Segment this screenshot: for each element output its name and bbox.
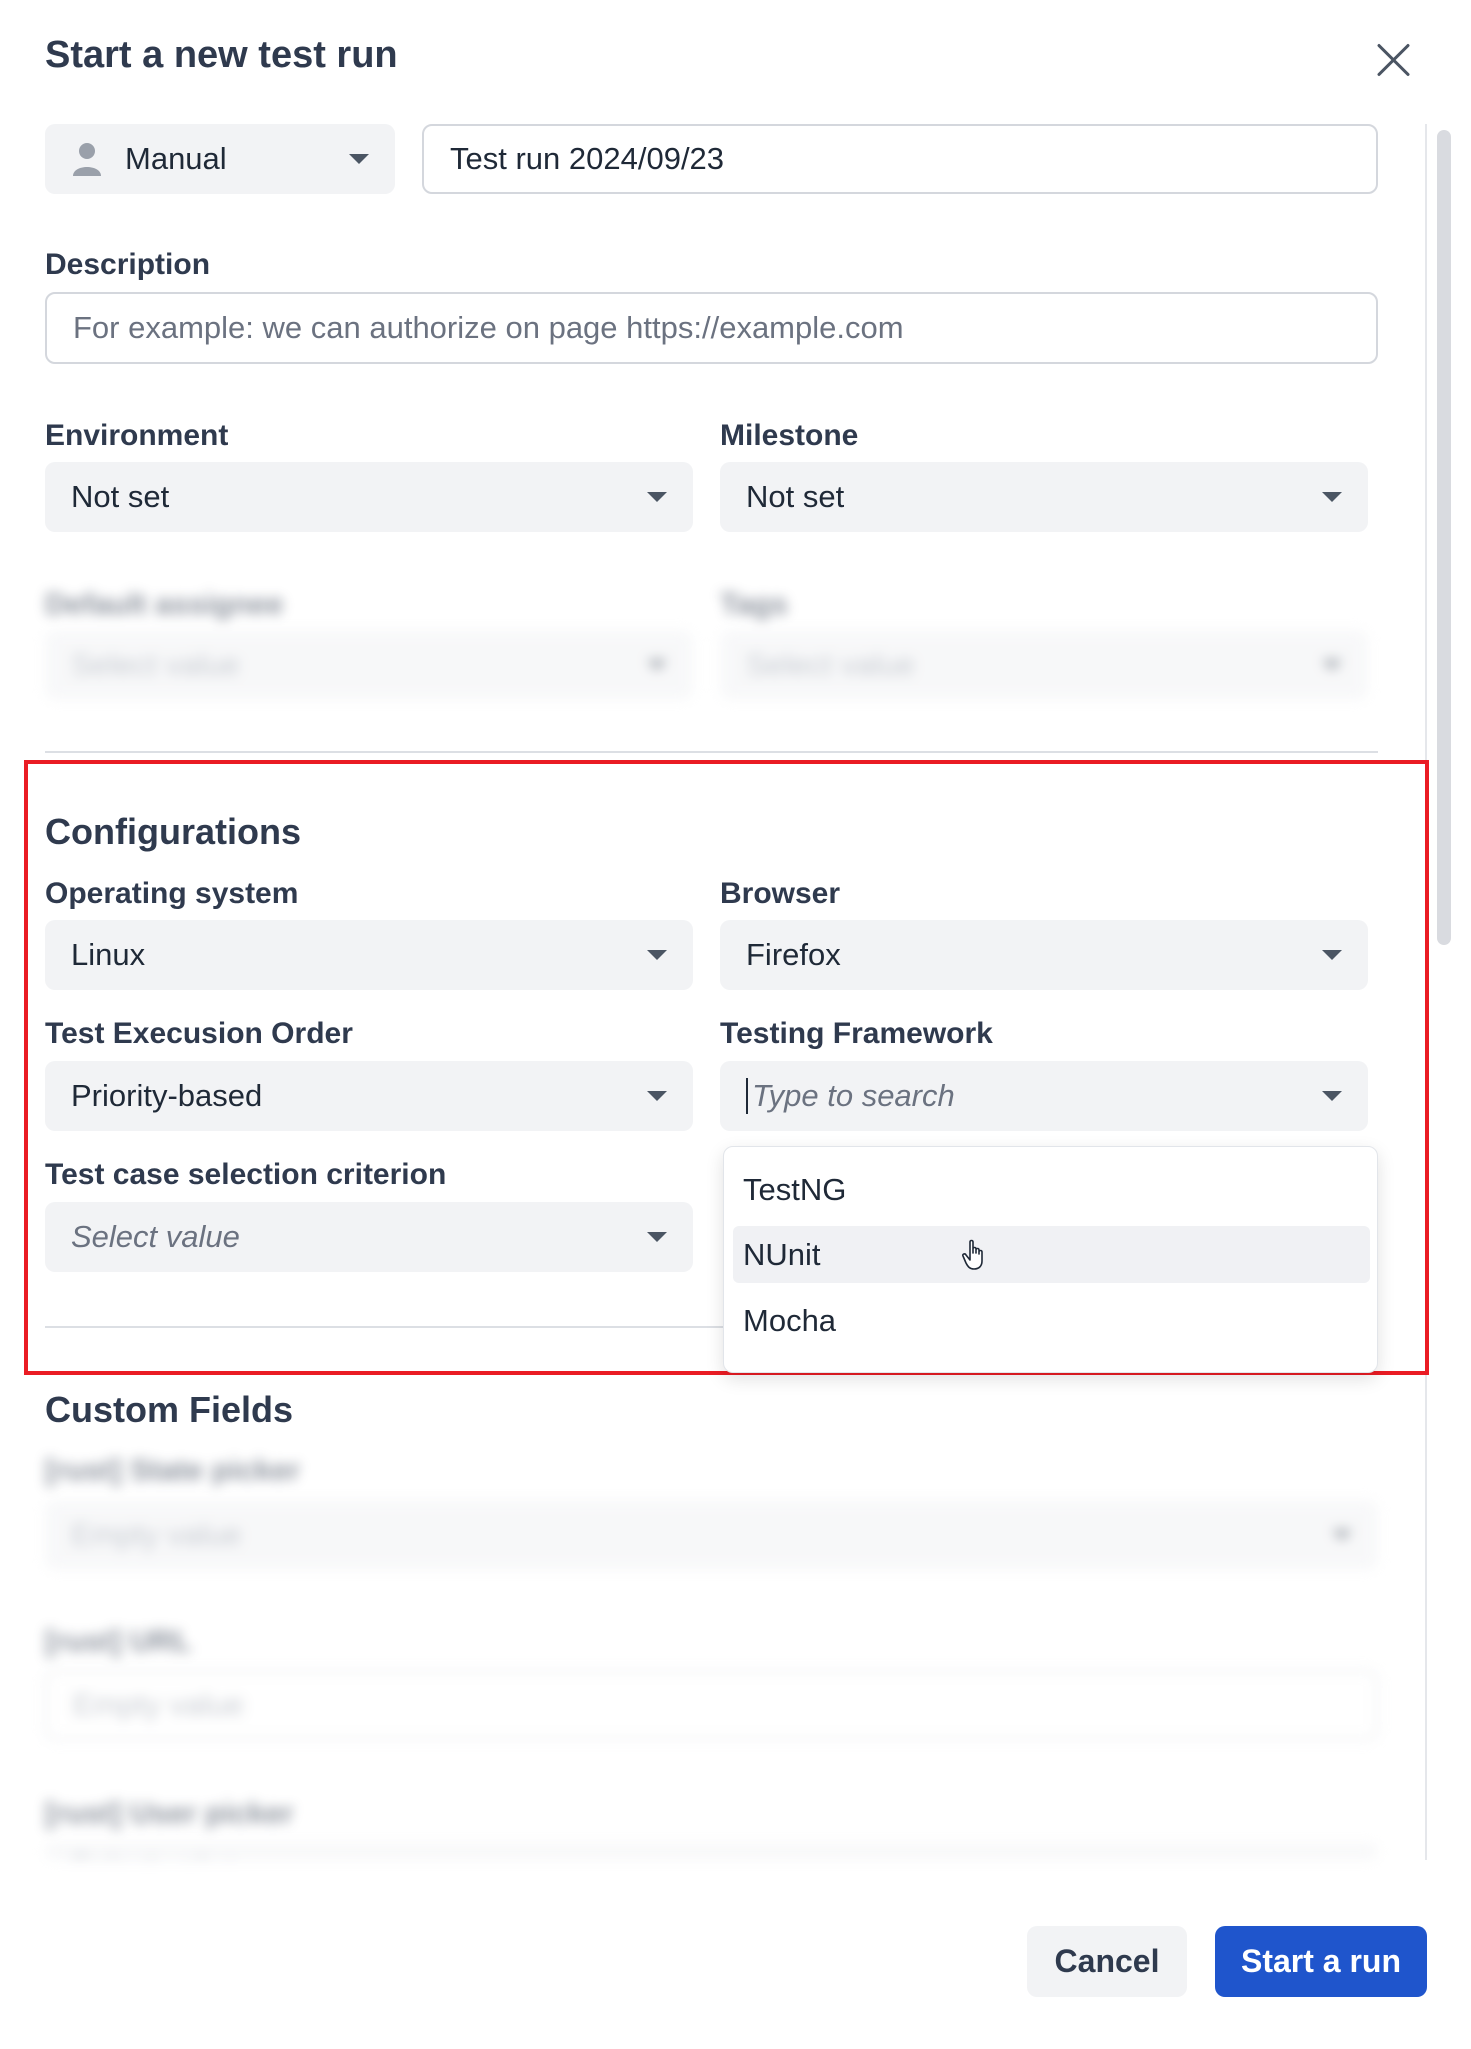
custom-field-select[interactable]: Empty value xyxy=(45,1500,1378,1570)
custom-field-input[interactable]: Empty value xyxy=(45,1670,1378,1740)
dropdown-option-testng[interactable]: TestNG xyxy=(733,1161,1370,1218)
tags-value: Select value xyxy=(746,647,915,682)
start-run-button[interactable]: Start a run xyxy=(1215,1926,1427,1997)
section-divider xyxy=(45,751,1378,753)
dropdown-option-nunit[interactable]: NUnit xyxy=(733,1226,1370,1283)
environment-value: Not set xyxy=(71,479,170,514)
environment-select[interactable]: Not set xyxy=(45,462,693,532)
default-assignee-select[interactable]: Select value xyxy=(45,630,693,700)
dropdown-option-label: NUnit xyxy=(743,1236,821,1272)
custom-field-select[interactable]: Select value xyxy=(45,1843,1378,1860)
custom-fields-title: Custom Fields xyxy=(45,1389,294,1430)
milestone-label: Milestone xyxy=(720,419,859,452)
default-assignee-label: Default assignee xyxy=(45,588,284,621)
chevron-down-icon xyxy=(1322,660,1342,670)
run-name-input[interactable]: Test run 2024/09/23 xyxy=(422,124,1378,194)
custom-field-value: Select value xyxy=(71,1847,240,1860)
tags-label: Tags xyxy=(720,588,788,621)
chevron-down-icon xyxy=(349,154,369,164)
cancel-button[interactable]: Cancel xyxy=(1027,1926,1187,1997)
dropdown-option-mocha[interactable]: Mocha xyxy=(733,1292,1370,1349)
run-mode-value: Manual xyxy=(125,141,227,176)
run-name-value: Test run 2024/09/23 xyxy=(450,141,725,176)
custom-field-value: Empty value xyxy=(71,1517,242,1552)
milestone-value: Not set xyxy=(746,479,845,514)
chevron-down-icon xyxy=(1332,1530,1352,1540)
custom-field-label: [rust] State picker xyxy=(45,1454,301,1487)
custom-field-label: [rust] User picker xyxy=(45,1797,294,1830)
environment-label: Environment xyxy=(45,419,229,452)
chevron-down-icon xyxy=(1322,492,1342,502)
custom-field-value: Empty value xyxy=(73,1687,244,1722)
chevron-down-icon xyxy=(647,660,667,670)
custom-field-label: [rust] URL xyxy=(45,1625,192,1658)
run-mode-select[interactable]: Manual xyxy=(45,124,395,194)
description-label: Description xyxy=(45,248,211,281)
description-placeholder: For example: we can authorize on page ht… xyxy=(73,310,904,345)
milestone-select[interactable]: Not set xyxy=(720,462,1368,532)
scrollbar-thumb[interactable] xyxy=(1437,130,1451,945)
tags-select[interactable]: Select value xyxy=(720,630,1368,700)
hand-pointer-icon xyxy=(962,1239,983,1270)
chevron-down-icon xyxy=(647,492,667,502)
default-assignee-value: Select value xyxy=(71,647,240,682)
description-input[interactable]: For example: we can authorize on page ht… xyxy=(45,292,1378,364)
framework-dropdown-menu: TestNG NUnit Mocha xyxy=(723,1146,1378,1373)
close-icon[interactable] xyxy=(1372,38,1416,82)
user-icon xyxy=(73,143,101,176)
dialog-title: Start a new test run xyxy=(45,34,398,76)
